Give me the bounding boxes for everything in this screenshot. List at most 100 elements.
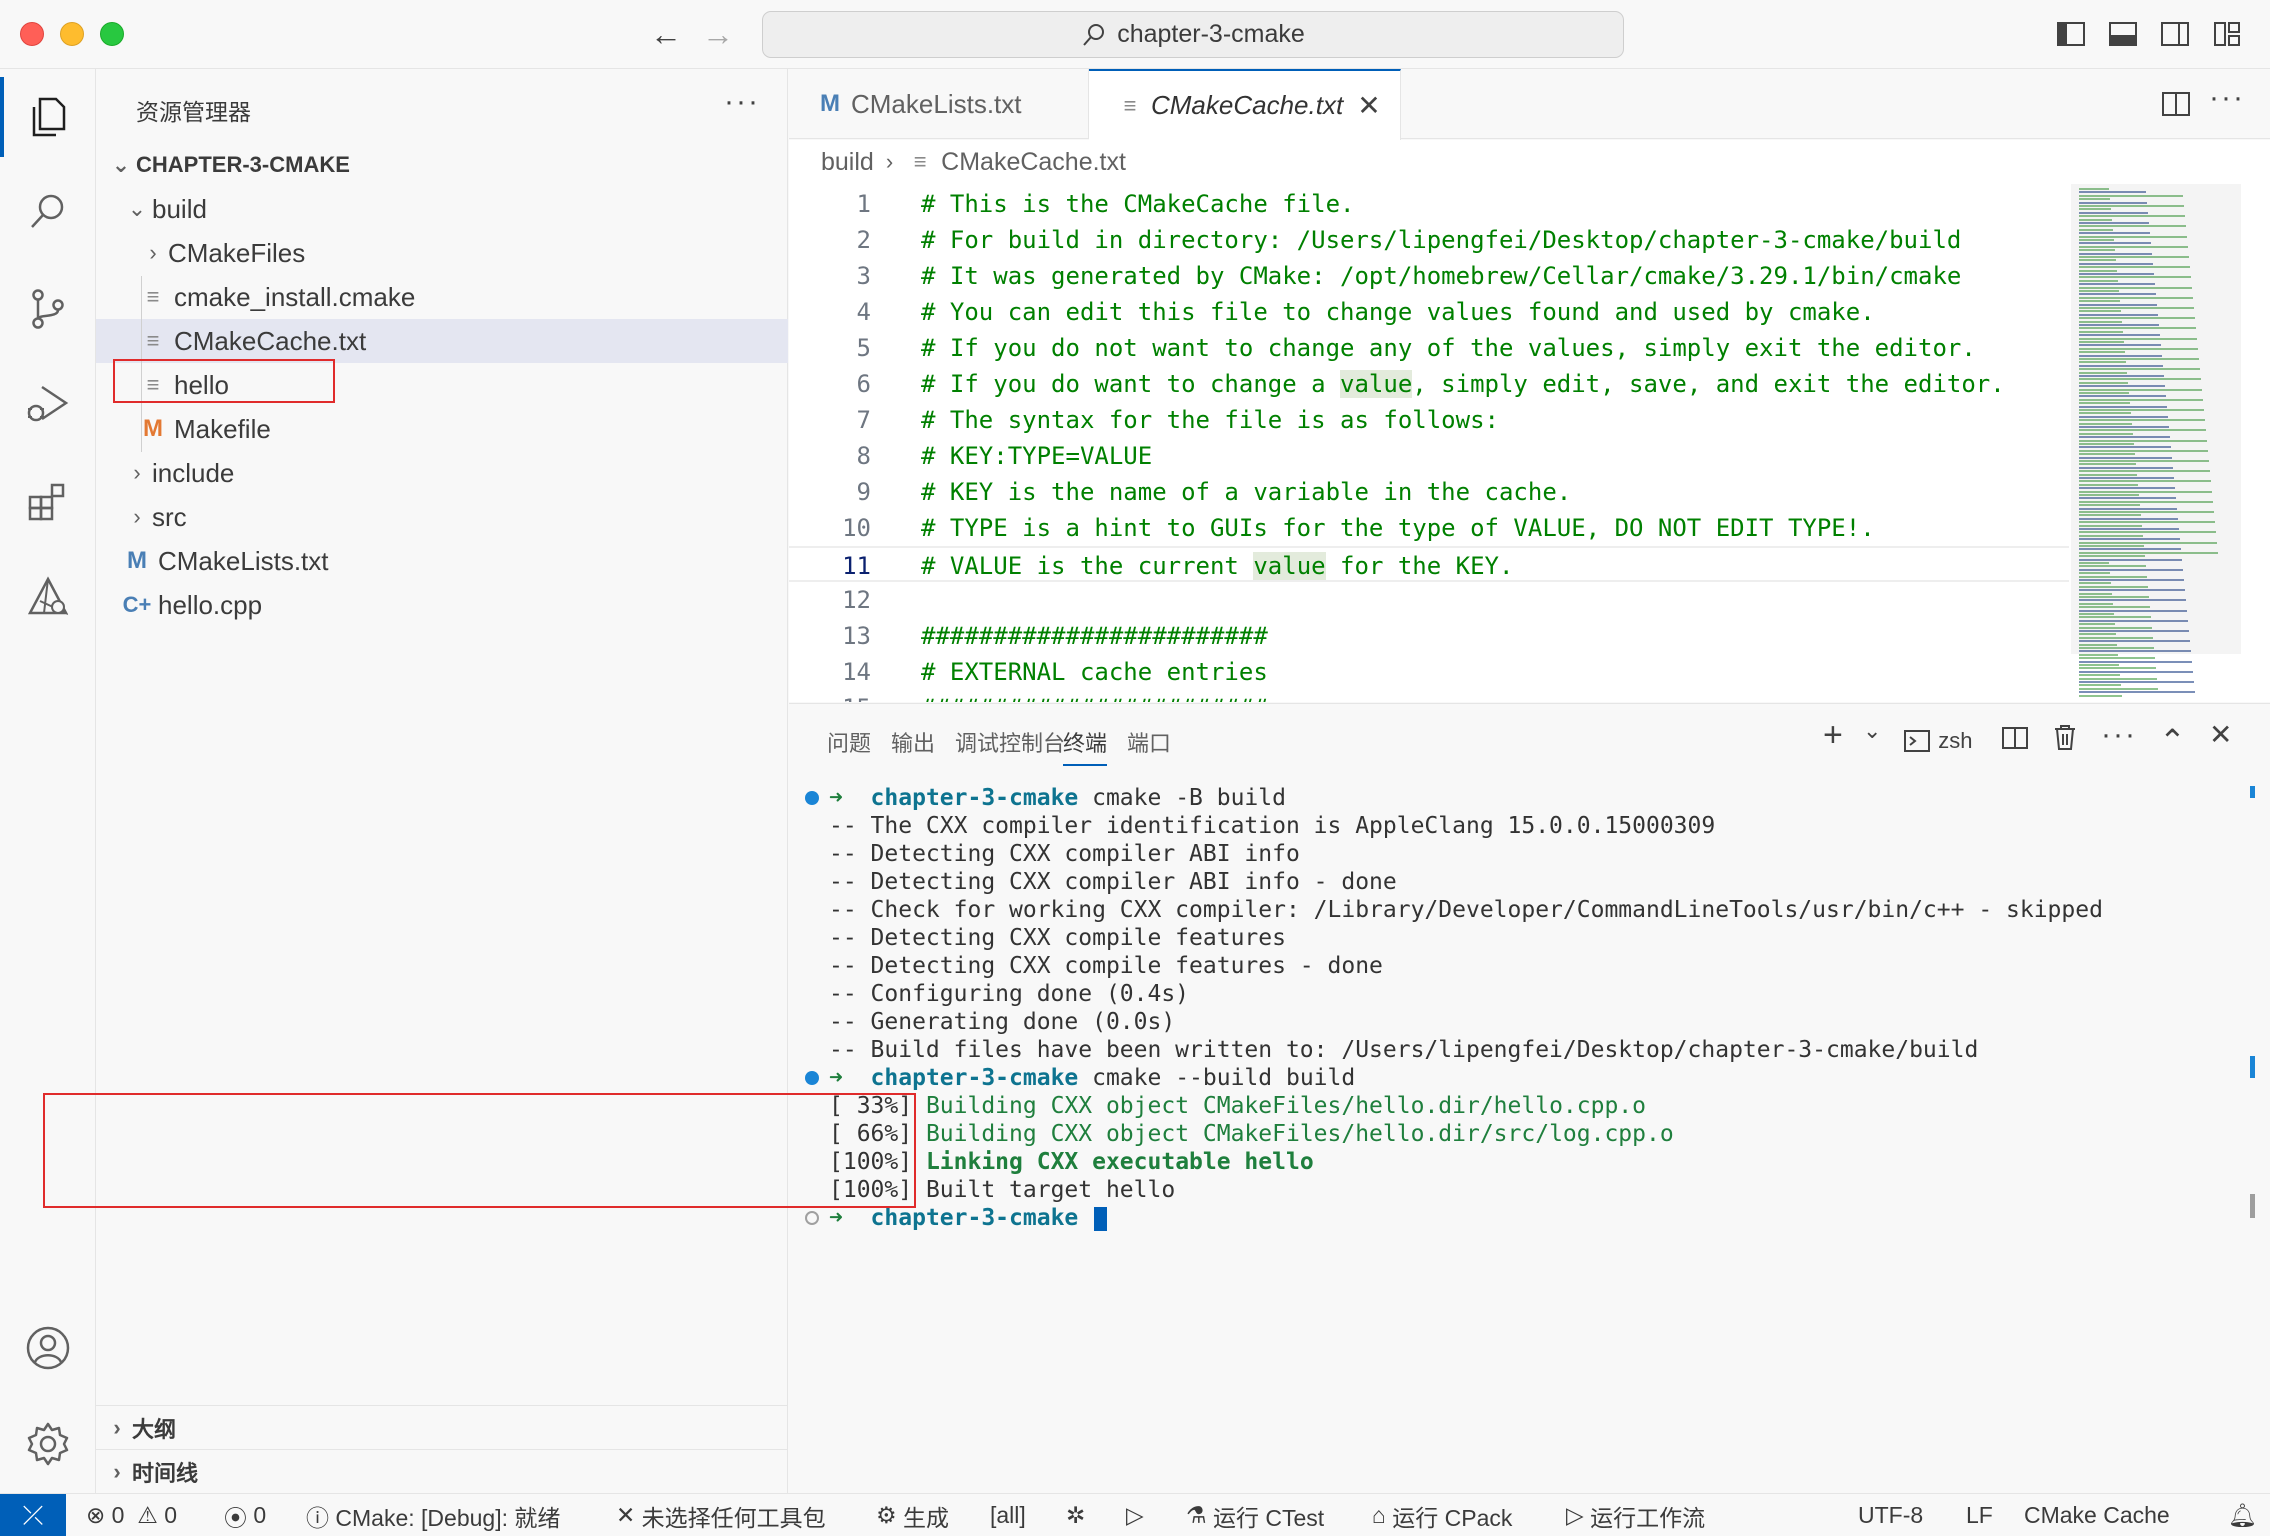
extensions-icon[interactable] [0,453,96,549]
toggle-primary-sidebar-icon[interactable] [2054,17,2088,51]
build-message: Building CXX object CMakeFiles/hello.dir… [912,1121,1674,1147]
new-terminal-button[interactable]: + [1823,716,1843,755]
code-line[interactable]: 3 # It was generated by CMake: /opt/homeb… [789,258,2069,294]
code-text: # It was generated by CMake: /opt/homebr… [921,262,1962,290]
line-number: 11 [842,552,871,580]
search-icon[interactable] [0,165,96,261]
tab-terminal[interactable]: 终端 [1063,726,1108,766]
split-editor-icon[interactable] [2159,87,2193,121]
timeline-section-header[interactable]: › 时间线 [96,1449,788,1493]
sidebar-more-actions-button[interactable]: ··· [724,85,760,119]
tree-item-src[interactable]: › src [96,495,788,539]
terminal-shell-button[interactable]: zsh [1903,724,1972,755]
terminal-output-line: -- The CXX compiler identification is Ap… [829,813,1716,839]
eol-status[interactable]: LF [1966,1494,1993,1536]
tree-item-hello-cpp[interactable]: C+ hello.cpp [96,583,788,627]
window-maximize-button[interactable] [100,22,124,46]
code-text: # If you do not want to change any of th… [921,334,1976,362]
tab-cmakelists[interactable]: M CMakeLists.txt [789,69,1089,139]
ports-status[interactable]: ⦿ 0 [224,1494,266,1536]
accounts-icon[interactable] [0,1300,96,1396]
notifications-bell-icon[interactable]: 🔔︎ [2228,1494,2257,1536]
tree-item-cmake-install[interactable]: ≡ cmake_install.cmake [96,275,788,319]
code-line[interactable]: 15 ######################## [789,690,2069,702]
close-icon[interactable]: ✕ [1357,89,1380,122]
code-line[interactable]: 6 # If you do want to change a value, sim… [789,366,2069,402]
tree-item-cmakecache[interactable]: ≡ CMakeCache.txt [96,319,788,363]
minimap-slider[interactable] [2071,184,2241,654]
debug-bug-icon[interactable]: ✲ [1066,1494,1085,1536]
language-mode-status[interactable]: CMake Cache [2024,1494,2170,1536]
tree-item-makefile[interactable]: M Makefile [96,407,788,451]
trash-icon[interactable] [2051,722,2079,752]
window-minimize-button[interactable] [60,22,84,46]
code-editor[interactable]: 1 # This is the CMakeCache file. 2 # For bu… [789,184,2270,702]
code-line[interactable]: 7 # The syntax for the file is as follows… [789,402,2069,438]
code-line[interactable]: 13 ######################## [789,618,2069,654]
tree-item-build[interactable]: ⌄ build [96,187,788,231]
forward-arrow-icon[interactable]: → [700,16,736,52]
project-folder-header[interactable]: ⌄ CHAPTER-3-CMAKE [96,145,788,185]
window-close-button[interactable] [20,22,44,46]
panel-more-actions-button[interactable]: ··· [2101,718,2137,752]
tab-ports[interactable]: 端口 [1127,726,1171,758]
toggle-panel-icon[interactable] [2106,17,2140,51]
remote-indicator-icon[interactable]: ⤫ [0,1494,66,1536]
run-cpack-button[interactable]: ⌂ 运行 CPack [1372,1494,1512,1536]
code-line[interactable]: 9 # KEY is the name of a variable in the … [789,474,2069,510]
timeline-label: 时间线 [132,1460,199,1486]
kit-status[interactable]: ✕ 未选择任何工具包 [616,1494,826,1536]
command-center-search[interactable]: chapter-3-cmake [762,11,1624,58]
tab-debug-console[interactable]: 调试控制台 [955,726,1065,758]
close-panel-icon[interactable]: ✕ [2209,718,2232,751]
command-status-dot [805,791,819,805]
source-control-icon[interactable] [0,261,96,357]
code-line[interactable]: 4 # You can edit this file to change valu… [789,294,2069,330]
tree-item-cmakefiles[interactable]: › CMakeFiles [96,231,788,275]
run-and-debug-icon[interactable] [0,357,96,453]
tree-item-label: src [152,501,187,532]
launch-play-icon[interactable]: ▷ [1126,1494,1144,1536]
run-workflow-button[interactable]: ▷ 运行工作流 [1566,1494,1705,1536]
encoding-status[interactable]: UTF-8 [1858,1494,1923,1536]
tab-cmakecache[interactable]: ≡ CMakeCache.txt ✕ [1089,69,1401,140]
terminal-build-line: [ 33%] Building CXX object CMakeFiles/he… [829,1092,1646,1120]
toggle-secondary-sidebar-icon[interactable] [2158,17,2192,51]
code-line[interactable]: 2 # For build in directory: /Users/lipeng… [789,222,2069,258]
problems-status[interactable]: ⊗ 0 ⚠ 0 [86,1494,177,1536]
tab-problems[interactable]: 问题 [827,726,871,758]
code-line[interactable]: 8 # KEY:TYPE=VALUE [789,438,2069,474]
code-line[interactable]: 5 # If you do not want to change any of t… [789,330,2069,366]
breadcrumb-file[interactable]: CMakeCache.txt [941,148,1126,177]
tab-output[interactable]: 输出 [891,726,935,758]
terminal[interactable]: ➜ chapter-3-cmake cmake -B build -- The C… [789,784,2270,1484]
cmake-file-icon: M [820,90,840,117]
tree-item-cmakelists[interactable]: M CMakeLists.txt [96,539,788,583]
terminal-command: cmake --build build [1078,1065,1356,1091]
code-line[interactable]: 14 # EXTERNAL cache entries [789,654,2069,690]
explorer-icon[interactable] [0,69,96,165]
tree-item-include[interactable]: › include [96,451,788,495]
prompt-arrow-icon: ➜ [829,1065,857,1091]
code-line[interactable]: 10 # TYPE is a hint to GUIs for the type … [789,510,2069,546]
chevron-down-icon[interactable]: ⌄ [1863,718,1881,744]
editor-more-actions-button[interactable]: ··· [2209,81,2245,115]
chevron-right-icon: › [149,240,157,265]
terminal-cursor [1094,1206,1108,1231]
settings-gear-icon[interactable] [0,1396,96,1492]
code-line[interactable]: 11 # VALUE is the current value for the K… [789,546,2069,582]
code-line[interactable]: 12 [789,582,2069,618]
breadcrumb-folder[interactable]: build [821,148,874,177]
cmake-icon[interactable] [0,549,96,645]
customize-layout-icon[interactable] [2210,17,2244,51]
minimap-line [2079,681,2194,683]
build-target-button[interactable]: [all] [990,1494,1026,1536]
outline-section-header[interactable]: › 大纲 [96,1405,788,1449]
back-arrow-icon[interactable]: ← [648,16,684,52]
run-ctest-button[interactable]: ⚗ 运行 CTest [1186,1494,1324,1536]
split-terminal-icon[interactable] [2001,724,2029,752]
code-line[interactable]: 1 # This is the CMakeCache file. [789,186,2069,222]
cmake-status[interactable]: ⓘ CMake: [Debug]: 就绪 [306,1494,560,1536]
build-status-button[interactable]: ⚙ 生成 [876,1494,949,1536]
maximize-panel-icon[interactable]: ⌃ [2159,722,2186,760]
